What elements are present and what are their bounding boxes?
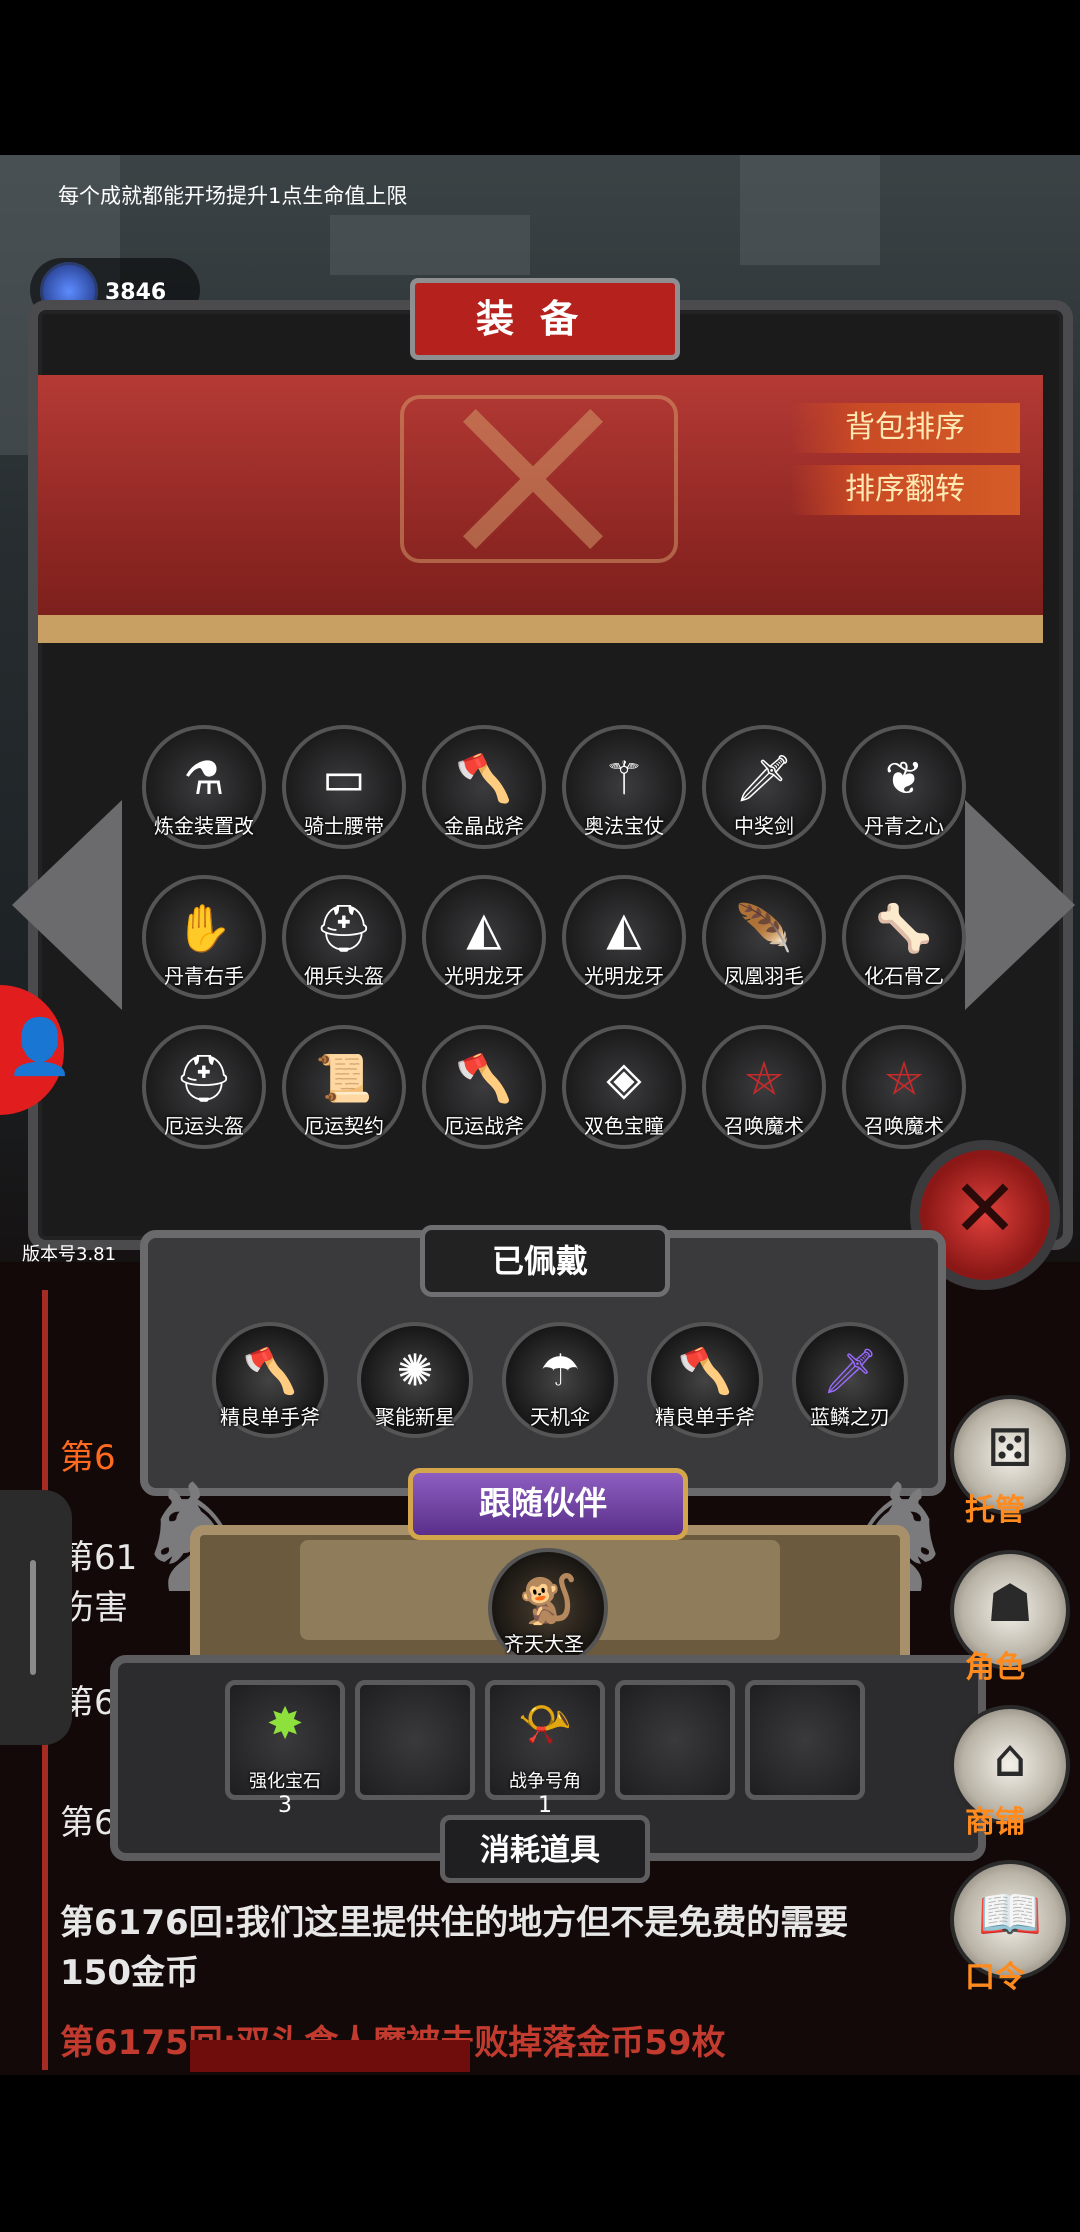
- doom-axe-icon: 🪓: [455, 1050, 513, 1105]
- consumable-slot[interactable]: [355, 1680, 475, 1800]
- helmet-icon: ⛑: [314, 900, 374, 955]
- pentagram-icon: ⛤: [745, 1050, 783, 1105]
- consumable-slot[interactable]: [615, 1680, 735, 1800]
- dragon-fang-icon: ◭: [466, 900, 502, 955]
- code-book-icon: 📖: [977, 1885, 1043, 1945]
- green-gem-icon: ✸: [266, 1698, 304, 1749]
- bone-icon: 🦴: [875, 900, 933, 955]
- blue-blade-icon: 🗡: [822, 1346, 878, 1398]
- war-horn-icon: 📯: [517, 1698, 573, 1750]
- gauntlet-icon: ✋: [175, 900, 233, 955]
- sword-icon: 🗡: [734, 750, 794, 805]
- hand-axe-icon: 🪓: [677, 1346, 733, 1398]
- inventory-item[interactable]: ◈ 双色宝瞳: [562, 1025, 686, 1149]
- hand-axe-icon: 🪓: [242, 1346, 298, 1398]
- inventory-item[interactable]: ⛤ 召唤魔术: [842, 1025, 966, 1149]
- staff-icon: ⚚: [603, 750, 645, 805]
- panel-title: 装备: [475, 297, 604, 341]
- inventory-item[interactable]: ⛑ 佣兵头盔: [282, 875, 406, 999]
- inventory-item[interactable]: ✋ 丹青右手: [142, 875, 266, 999]
- side-shop-label: 商铺: [965, 1805, 1025, 1840]
- gem-pendant-icon: ◈: [606, 1050, 642, 1105]
- achievement-hint: 每个成就都能开场提升1点生命值上限: [58, 184, 408, 208]
- inventory-item[interactable]: 🪓 厄运战斧: [422, 1025, 546, 1149]
- log-line: 第6176回:我们这里提供住的地方但不是免费的需要: [60, 1903, 849, 1943]
- companion-title: 跟随伙伴: [478, 1484, 607, 1522]
- flask-icon: ⚗: [183, 750, 225, 805]
- log-line: 150金币: [60, 1953, 199, 1993]
- inventory-item[interactable]: 🪓 金晶战斧: [422, 725, 546, 849]
- side-pull-tab[interactable]: [0, 1490, 72, 1745]
- consumable-slot[interactable]: ✸ 强化宝石 3: [225, 1680, 345, 1818]
- inventory-item[interactable]: 🦴 化石骨乙: [842, 875, 966, 999]
- bottom-area: [0, 2075, 1080, 2232]
- prev-page-arrow-icon[interactable]: [12, 800, 122, 1010]
- inventory-item[interactable]: 🗡 中奖剑: [702, 725, 826, 849]
- consumable-slot[interactable]: [745, 1680, 865, 1800]
- equipped-title: 已佩戴: [491, 1242, 588, 1280]
- inventory-item[interactable]: ⛤ 召唤魔术: [702, 1025, 826, 1149]
- sort-bag-button[interactable]: 背包排序: [790, 403, 1020, 453]
- user-icon: 👤: [6, 1015, 74, 1078]
- monkey-king-icon: 🐒: [518, 1571, 578, 1628]
- side-character-label: 角色: [965, 1650, 1025, 1685]
- heart-amulet-icon: ❦: [884, 750, 924, 805]
- inventory-item[interactable]: ◭ 光明龙牙: [562, 875, 686, 999]
- hooded-figure-icon: ☗: [986, 1574, 1034, 1634]
- log-line: 第6: [60, 1803, 116, 1843]
- nova-orb-icon: ✺: [396, 1345, 434, 1397]
- crossed-swords-emblem-icon: [400, 395, 678, 563]
- battle-axe-icon: 🪓: [455, 750, 513, 805]
- log-line: 第6: [60, 1438, 116, 1478]
- drag-handle-icon: [30, 1560, 36, 1675]
- companion-name: 齐天大圣: [504, 1632, 584, 1656]
- scroll-icon: 📜: [315, 1050, 373, 1105]
- inventory-item[interactable]: ◭ 光明龙牙: [422, 875, 546, 999]
- side-code-label: 口令: [965, 1960, 1025, 1995]
- hp-bar: [190, 2040, 470, 2072]
- pentagram-icon: ⛤: [885, 1050, 923, 1105]
- belt-icon: ▭: [322, 750, 366, 805]
- doom-helmet-icon: ⛑: [174, 1050, 234, 1105]
- inventory-item[interactable]: ⚚ 奥法宝仗: [562, 725, 686, 849]
- consumables-title: 消耗道具: [480, 1833, 600, 1868]
- equipped-item[interactable]: 🗡 蓝鳞之刃: [792, 1322, 908, 1438]
- dragon-fang-icon: ◭: [606, 900, 642, 955]
- equipped-item[interactable]: 🪓 精良单手斧: [212, 1322, 328, 1438]
- equipped-item[interactable]: ✺ 聚能新星: [357, 1322, 473, 1438]
- umbrella-icon: ☂: [540, 1345, 580, 1397]
- inventory-item[interactable]: ▭ 骑士腰带: [282, 725, 406, 849]
- phoenix-feather-icon: 🪶: [735, 900, 793, 955]
- flip-sort-button[interactable]: 排序翻转: [790, 465, 1020, 515]
- equipped-item[interactable]: ☂ 天机伞: [502, 1322, 618, 1438]
- equipped-item[interactable]: 🪓 精良单手斧: [647, 1322, 763, 1438]
- shop-icon: ⌂: [993, 1729, 1027, 1789]
- side-auto-label: 托管: [965, 1493, 1025, 1528]
- inventory-item[interactable]: ⚗ 炼金装置改: [142, 725, 266, 849]
- inventory-item[interactable]: 🪶 凤凰羽毛: [702, 875, 826, 999]
- dice-icon: ⚄: [987, 1419, 1033, 1479]
- consumable-slot[interactable]: 📯 战争号角 1: [485, 1680, 605, 1818]
- inventory-item[interactable]: ❦ 丹青之心: [842, 725, 966, 849]
- inventory-item[interactable]: 📜 厄运契约: [282, 1025, 406, 1149]
- inventory-item[interactable]: ⛑ 厄运头盔: [142, 1025, 266, 1149]
- version-label: 版本号3.81: [22, 1244, 117, 1265]
